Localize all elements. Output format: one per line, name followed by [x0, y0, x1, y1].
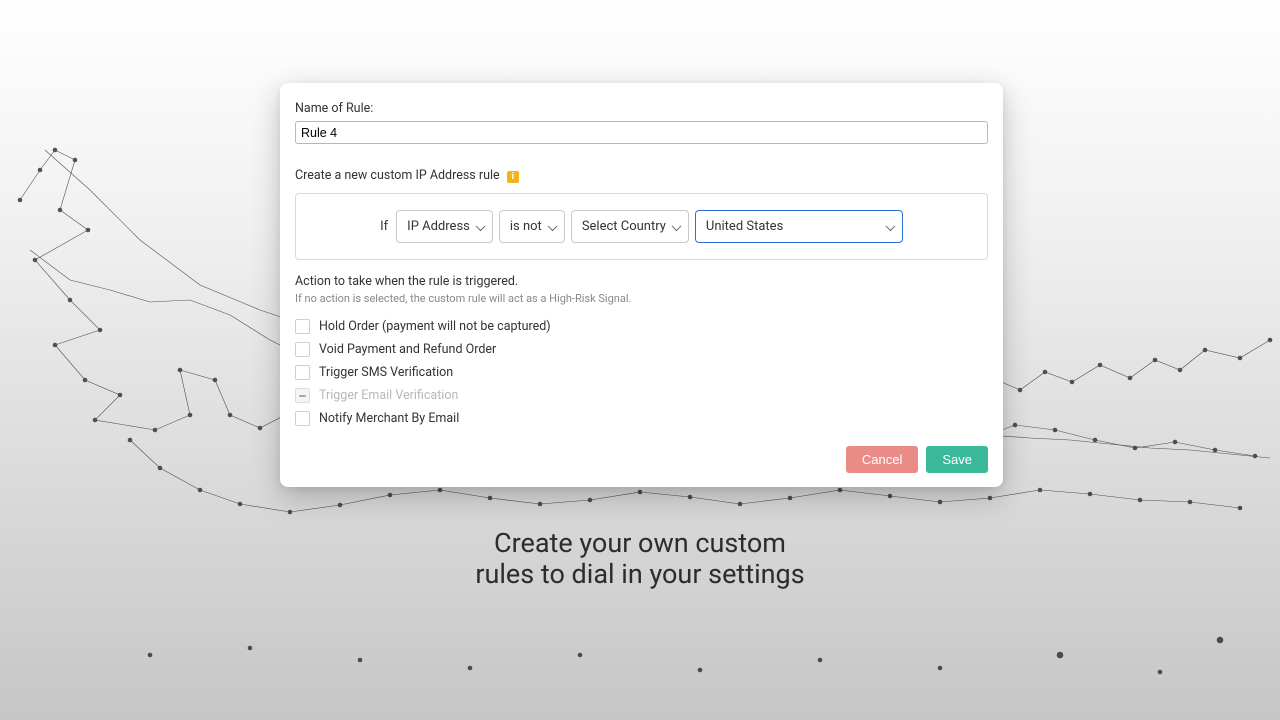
action-note: If no action is selected, the custom rul…: [295, 292, 988, 305]
rule-name-input[interactable]: [295, 121, 988, 144]
action-sms-verification[interactable]: Trigger SMS Verification: [295, 365, 988, 380]
modal-button-row: Cancel Save: [295, 446, 988, 473]
cancel-button[interactable]: Cancel: [846, 446, 918, 473]
help-icon[interactable]: i: [507, 171, 519, 183]
operator-select[interactable]: is not: [499, 210, 565, 243]
rule-condition-box: If IP Address is not Select Country Unit…: [295, 193, 988, 260]
action-hold-order[interactable]: Hold Order (payment will not be captured…: [295, 319, 988, 334]
checkbox-icon: [295, 342, 310, 357]
indeterminate-mark-icon: [299, 395, 306, 397]
checkbox-icon: [295, 388, 310, 403]
field-select[interactable]: IP Address: [396, 210, 493, 243]
action-checkbox-list: Hold Order (payment will not be captured…: [295, 319, 988, 426]
checkbox-icon: [295, 411, 310, 426]
country-select[interactable]: Select Country: [571, 210, 689, 243]
marketing-caption: Create your own custom rules to dial in …: [0, 528, 1280, 590]
action-title: Action to take when the rule is triggere…: [295, 274, 988, 289]
checkbox-label: Notify Merchant By Email: [319, 411, 459, 426]
country-value-select[interactable]: United States: [695, 210, 903, 243]
rule-modal: Name of Rule: Create a new custom IP Add…: [280, 83, 1003, 487]
rule-name-label: Name of Rule:: [295, 101, 988, 116]
checkbox-label: Hold Order (payment will not be captured…: [319, 319, 551, 334]
checkbox-icon: [295, 365, 310, 380]
checkbox-label: Void Payment and Refund Order: [319, 342, 496, 357]
action-void-refund[interactable]: Void Payment and Refund Order: [295, 342, 988, 357]
if-label: If: [380, 219, 388, 234]
action-notify-merchant[interactable]: Notify Merchant By Email: [295, 411, 988, 426]
save-button[interactable]: Save: [926, 446, 988, 473]
checkbox-label: Trigger Email Verification: [319, 388, 458, 403]
checkbox-label: Trigger SMS Verification: [319, 365, 453, 380]
create-rule-label: Create a new custom IP Address rule: [295, 168, 500, 183]
action-email-verification: Trigger Email Verification: [295, 388, 988, 403]
checkbox-icon: [295, 319, 310, 334]
